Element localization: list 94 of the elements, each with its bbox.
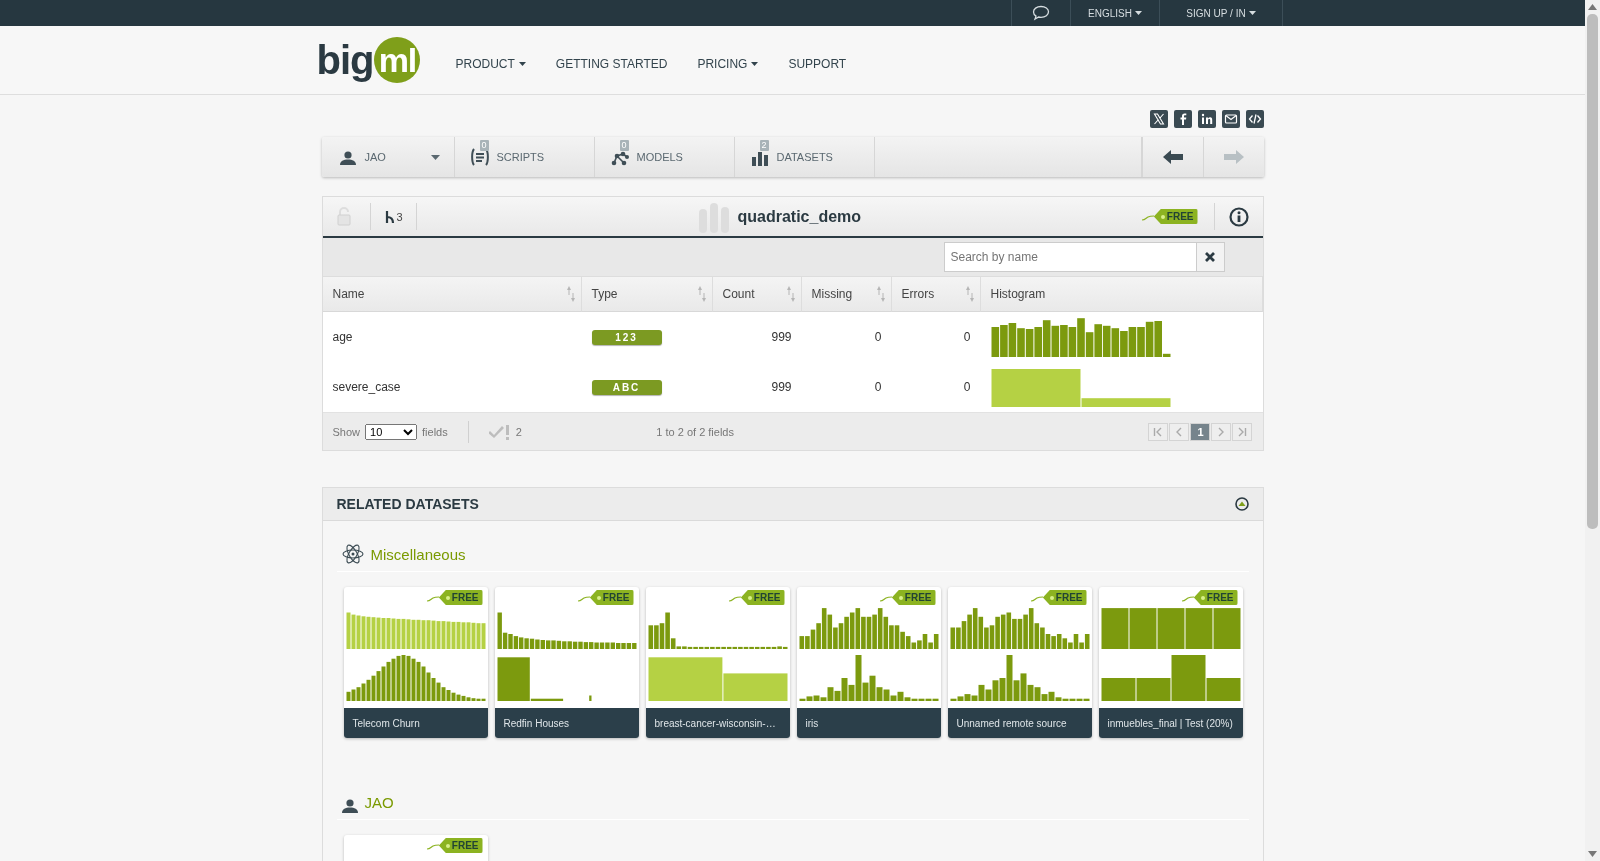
string-icon: [1181, 593, 1194, 602]
fork-icon: [383, 209, 395, 224]
type-badge: ABC: [591, 379, 662, 395]
table-cell-text: 0: [873, 329, 883, 346]
card-title: iris: [796, 708, 941, 738]
last-page-button[interactable]: [1232, 422, 1253, 441]
x-icon[interactable]: [1149, 110, 1168, 128]
table-cell-text: 0: [962, 329, 972, 346]
last-page-icon: [1237, 426, 1248, 437]
count-badge: 0: [479, 140, 489, 151]
dataset-card[interactable]: FREE breast-cancer-wisconsin-…: [645, 587, 790, 738]
top-bar-link[interactable]: SIGN UP / IN: [1186, 7, 1256, 19]
user-icon: [339, 149, 356, 165]
card-title: Redfin Houses: [494, 708, 639, 738]
card-title: Telecom Churn: [343, 708, 488, 738]
linkedin-icon[interactable]: [1197, 110, 1216, 128]
table-cell-text: age: [331, 329, 354, 346]
section-title: RELATED DATASETS: [336, 496, 479, 512]
table-cell-text: 0: [873, 379, 883, 396]
card-title: Unnamed remote source: [947, 708, 1092, 738]
search-field[interactable]: Search by name: [943, 242, 1197, 272]
code-icon[interactable]: [1245, 110, 1264, 128]
price-tag: FREE: [438, 838, 483, 853]
mail-icon[interactable]: [1221, 110, 1240, 128]
top-bar-link[interactable]: ENGLISH: [1088, 7, 1142, 19]
price-tag: FREE: [1193, 590, 1238, 605]
fields-label: fields: [422, 425, 448, 438]
dataset-card[interactable]: FREE Unnamed remote source: [947, 587, 1092, 738]
string-icon: [426, 841, 439, 850]
column-label[interactable]: Errors: [901, 287, 935, 301]
toolbar-tab[interactable]: 2 DATASETS: [734, 137, 875, 177]
count-badge: 0: [619, 140, 629, 151]
price-tag: FREE: [438, 590, 483, 605]
toolbar-tab[interactable]: 0 SCRIPTS: [454, 137, 595, 177]
count-badge: 2: [759, 140, 769, 151]
caret-icon: [430, 154, 440, 160]
card-title: inmuebles_final | Test (20%): [1098, 708, 1243, 738]
info-icon[interactable]: [1228, 206, 1249, 227]
user-icon: [341, 798, 358, 813]
price-tag: FREE: [740, 590, 785, 605]
first-page-icon: [1153, 426, 1164, 437]
column-label[interactable]: Type: [591, 287, 618, 301]
string-icon: [1030, 593, 1043, 602]
valid-count: 2: [515, 425, 522, 438]
nav-link[interactable]: SUPPORT: [773, 57, 862, 71]
fork-count: 3: [396, 210, 403, 223]
price-tag: FREE: [1042, 590, 1087, 605]
pagination-summary: 1 to 2 of 2 fields: [656, 425, 734, 438]
page-button[interactable]: 1: [1190, 422, 1211, 441]
type-badge: 123: [591, 329, 662, 345]
table-cell-text: 999: [770, 379, 793, 396]
toolbar-tab[interactable]: 0 MODELS: [594, 137, 735, 177]
close-icon: [1204, 251, 1216, 263]
card-title: breast-cancer-wisconsin-…: [645, 708, 790, 738]
dataset-title: quadratic_demo: [737, 208, 862, 226]
logo[interactable]: big ml: [316, 37, 421, 83]
string-icon: [728, 593, 741, 602]
string-icon: [1141, 212, 1154, 221]
table-cell-text: 999: [770, 329, 793, 346]
page-size-select[interactable]: 10: [365, 423, 418, 440]
clear-search-button[interactable]: [1196, 242, 1225, 272]
scroll-down-icon[interactable]: [1588, 851, 1597, 857]
price-tag: FREE: [1153, 209, 1198, 224]
dataset-card[interactable]: FREE Redfin Houses: [494, 587, 639, 738]
first-page-button[interactable]: [1148, 422, 1169, 441]
dataset-card[interactable]: FREE inmuebles_final | Test (20%): [1098, 587, 1243, 738]
dataset-card[interactable]: FREE iris: [796, 587, 941, 738]
user-menu[interactable]: JAO: [321, 137, 455, 177]
scroll-up-icon[interactable]: [1588, 4, 1597, 10]
nav-link[interactable]: PRODUCT: [440, 57, 541, 71]
atom-icon: [341, 543, 364, 565]
string-icon: [879, 593, 892, 602]
bar-chart-icon: [697, 201, 730, 233]
scrollbar[interactable]: [1585, 0, 1600, 861]
collapse-icon[interactable]: [1234, 497, 1249, 511]
column-label[interactable]: Name: [332, 287, 365, 301]
price-tag: FREE: [589, 590, 634, 605]
chat-icon[interactable]: [1032, 5, 1050, 21]
column-label[interactable]: Histogram: [990, 287, 1046, 301]
price-tag: FREE: [891, 590, 936, 605]
nav-link[interactable]: GETTING STARTED: [540, 57, 683, 71]
dataset-card[interactable]: FREE: [343, 835, 488, 861]
table-cell-text: severe_case: [331, 379, 402, 396]
string-icon: [426, 593, 439, 602]
show-label: Show: [332, 425, 361, 438]
script-icon: [468, 146, 491, 168]
check-warning-icon: [488, 423, 510, 440]
column-label[interactable]: Count: [722, 287, 755, 301]
table-cell-text: 0: [962, 379, 972, 396]
dataset-card[interactable]: FREE Telecom Churn: [343, 587, 488, 738]
column-label[interactable]: Missing: [811, 287, 853, 301]
string-icon: [577, 593, 590, 602]
nav-link[interactable]: PRICING: [682, 57, 774, 71]
facebook-icon[interactable]: [1173, 110, 1192, 128]
